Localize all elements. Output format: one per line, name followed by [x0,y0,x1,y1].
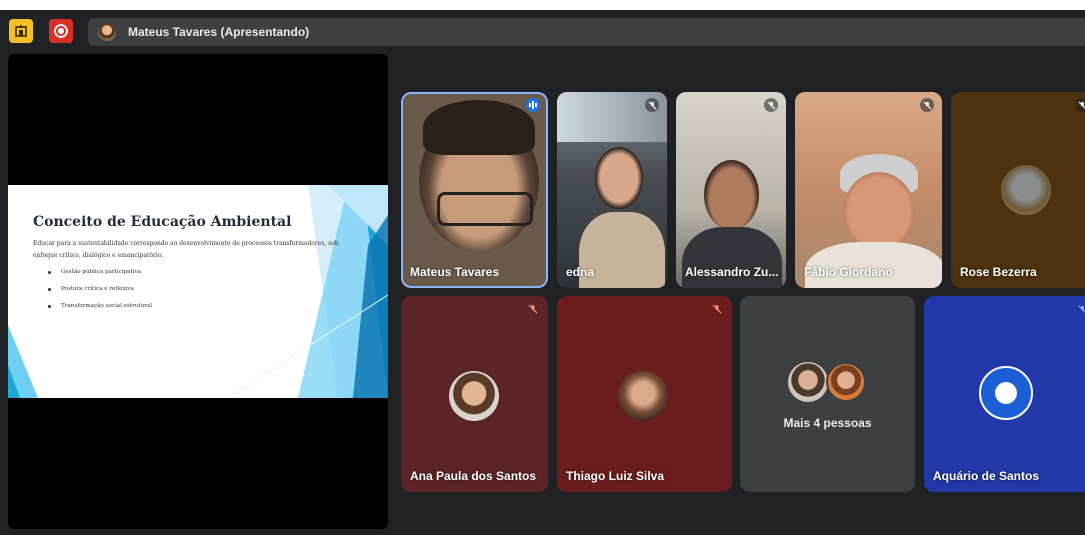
mic-off-icon [764,98,778,112]
tile-fabio-giordano[interactable]: Fábio Giordano [795,92,942,288]
tile-rose-bezerra[interactable]: Rose Bezerra [951,92,1085,288]
more-people-label: Mais 4 pessoas [783,416,872,430]
presenter-bar[interactable]: Mateus Tavares (Apresentando) [88,18,1085,46]
presenter-avatar [98,23,116,41]
slide-body: Educar para a sustentabilidade correspon… [33,240,339,259]
tile-edna[interactable]: edna [557,92,667,288]
mic-off-icon [645,98,659,112]
participant-avatar [449,371,499,421]
participant-name: edna [566,265,595,279]
meet-app-icon[interactable] [9,19,33,43]
participant-name: Alessandro Zu... [685,265,779,279]
slide-bullet: Gestão pública participativa [46,266,152,283]
aquario-logo-icon [979,366,1033,420]
presenter-label: Mateus Tavares (Apresentando) [128,25,310,39]
slide-bullet: Postura crítica e reflexiva [46,283,152,300]
tile-ana-paula[interactable]: Ana Paula dos Santos [401,296,548,492]
participant-name: Rose Bezerra [960,265,1037,279]
participant-name: Thiago Luiz Silva [566,469,665,483]
slide: Conceito de Educação Ambiental Educar pa… [8,185,388,398]
mic-off-icon [710,302,724,316]
mic-off-icon [1075,302,1085,316]
participant-avatar [1001,165,1051,215]
participant-avatar [826,362,866,402]
tile-more-people[interactable]: Mais 4 pessoas [740,296,915,492]
video-face [843,172,915,252]
tile-thiago-luiz-silva[interactable]: Thiago Luiz Silva [557,296,732,492]
participant-avatar [618,371,668,421]
participant-name: Ana Paula dos Santos [410,469,537,483]
participant-name: Aquário de Santos [933,469,1040,483]
meeting-stage: Mateus Tavares (Apresentando) Conceito d… [0,10,1085,535]
slide-bullet: Transformação social estrutural [46,300,152,317]
speaking-ring [401,92,548,288]
video-face [704,160,759,230]
tile-alessandro[interactable]: Alessandro Zu... [676,92,786,288]
speaking-indicator-icon [526,98,540,112]
slide-title: Conceito de Educação Ambiental [33,214,292,230]
participant-name: Mateus Tavares [410,265,500,279]
participant-avatar [788,362,828,402]
mic-off-icon [1075,98,1085,112]
top-bar: Mateus Tavares (Apresentando) [0,10,1085,50]
mic-off-icon [920,98,934,112]
record-icon[interactable] [49,19,73,43]
mic-off-icon [526,302,540,316]
video-face [595,147,643,209]
tile-aquario-de-santos[interactable]: Aquário de Santos [924,296,1085,492]
tile-mateus-tavares[interactable]: Mateus Tavares [401,92,548,288]
slide-bullets: Gestão pública participativa Postura crí… [46,266,152,317]
participant-name: Fábio Giordano [804,265,893,279]
presentation-area[interactable]: Conceito de Educação Ambiental Educar pa… [8,54,388,529]
